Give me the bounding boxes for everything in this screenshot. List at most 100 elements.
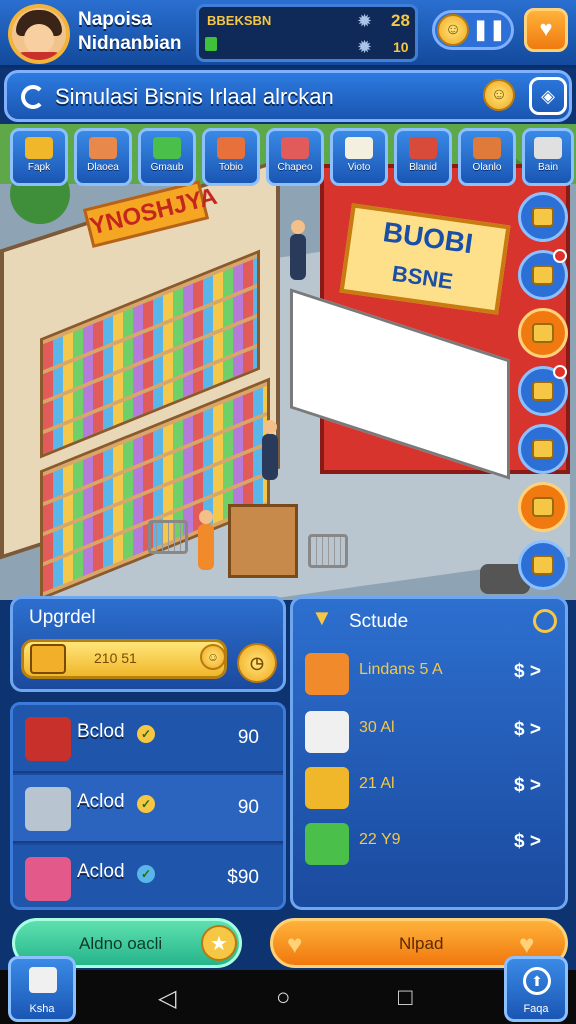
schedule-row-action[interactable]: $ > [514, 775, 541, 797]
supply-box-icon [409, 137, 437, 159]
compass-icon: ⬆ [523, 967, 551, 995]
side-button-gift[interactable] [518, 540, 568, 590]
side-button-cash[interactable] [518, 192, 568, 242]
item-name: Bclod [77, 721, 125, 742]
heart-icon: ♥ [287, 929, 303, 959]
customer-figure[interactable] [262, 420, 278, 480]
schedule-panel: ▼ Sctude Lindans 5 A $ > 30 Al $ > 21 Al… [290, 596, 568, 910]
item-price: 90 [237, 797, 259, 818]
category-item[interactable]: Olanlo [458, 128, 516, 186]
home-icon[interactable]: ○ [276, 984, 291, 1012]
category-item[interactable]: Dlaoea [74, 128, 132, 186]
shop-icon [532, 323, 554, 343]
upgrade-progress-text: 210 51 [94, 650, 137, 666]
cart-icon [25, 717, 71, 761]
upgrade-panel: Upgrdel 210 51 ☺ ◷ [10, 596, 286, 692]
player-name: Napoisa Nidnanbian [78, 8, 181, 56]
category-item[interactable]: Gmaub [138, 128, 196, 186]
coin-icon: ☺ [200, 644, 226, 670]
check-icon: ✓ [137, 865, 155, 883]
corner-left-label: Ksha [29, 1003, 55, 1015]
star-icon: ★ [201, 925, 237, 961]
heart-menu-button[interactable]: ♥ [524, 8, 568, 52]
schedule-row[interactable]: 22 Y9 $ > [299, 817, 561, 871]
resource-value-1: 28 [391, 11, 410, 30]
upgrade-coin-button[interactable]: ◷ [237, 643, 277, 683]
side-button-shop[interactable] [518, 308, 568, 358]
top-bar: Napoisa Nidnanbian BBEKSBN ✹ ✹ 28 10 ☺ ❚… [0, 0, 576, 68]
category-item[interactable]: Tobio [202, 128, 260, 186]
category-item[interactable]: Fapk [10, 128, 68, 186]
category-item[interactable]: Chapeo [266, 128, 324, 186]
notification-badge [553, 249, 567, 263]
category-label: Dlaoea [87, 162, 119, 173]
item-list: Bclod ✓ 90 Aclod ✓ 90 Aclod ✓ $90 [10, 702, 286, 910]
side-button-inventory[interactable] [518, 365, 568, 416]
category-label: Fapk [27, 162, 51, 173]
category-item[interactable]: Bain [522, 128, 574, 186]
list-item[interactable]: Aclod ✓ $90 [13, 845, 283, 907]
gift-box-icon [25, 857, 71, 901]
pause-icon[interactable]: ❚❚ [471, 15, 507, 45]
category-label: Gmaub [150, 162, 184, 173]
category-item[interactable]: Vioto [330, 128, 388, 186]
recents-icon[interactable]: □ [398, 984, 413, 1012]
item-price: $90 [227, 867, 259, 888]
carton-icon [473, 137, 501, 159]
mail-icon [29, 967, 57, 993]
check-icon: ✓ [137, 795, 155, 813]
schedule-title: Sctude [349, 611, 409, 632]
package-icon [281, 137, 309, 159]
resource-value-2: 10 [393, 39, 409, 55]
category-label: Chapeo [277, 162, 313, 173]
page-title: Simulasi Bisnis Irlaal alrckan [55, 84, 334, 109]
coin-icon[interactable]: ☺ [483, 79, 515, 111]
customer-figure[interactable] [290, 220, 306, 280]
clock-icon[interactable] [533, 609, 557, 633]
paper-icon [305, 711, 349, 753]
schedule-row-action[interactable]: $ > [514, 719, 541, 741]
upgrade-progress-bar[interactable]: 210 51 ☺ [21, 639, 227, 679]
inventory-icon [532, 381, 554, 401]
cart-icon [30, 644, 66, 674]
item-name: Aclod [77, 861, 125, 882]
schedule-row-text: 22 Y9 [359, 831, 401, 848]
side-button-timer[interactable] [518, 482, 568, 532]
product-stand[interactable] [228, 504, 298, 578]
corner-button-left[interactable]: Ksha [8, 956, 76, 1022]
register-icon [25, 787, 71, 831]
system-nav-bar: ◁ ○ □ [0, 970, 576, 1024]
cash-icon [532, 207, 554, 227]
refresh-icon[interactable] [21, 85, 45, 109]
resource-bar-icon [205, 37, 217, 51]
list-item[interactable]: Aclod ✓ 90 [13, 775, 283, 843]
crate-icon [217, 137, 245, 159]
back-icon[interactable]: ◁ [158, 984, 176, 1013]
storage-box-icon [534, 137, 562, 159]
store-scene[interactable]: YNOSHJYA BUOBI BSNE [0, 124, 576, 600]
schedule-row-action[interactable]: $ > [514, 831, 541, 853]
category-item[interactable]: Blanid [394, 128, 452, 186]
schedule-row[interactable]: Lindans 5 A $ > [299, 647, 561, 701]
category-label: Blanid [409, 162, 437, 173]
item-name: Aclod [77, 791, 125, 812]
customer-figure[interactable] [198, 510, 214, 570]
corner-button-right[interactable]: ⬆ Faqa [504, 956, 568, 1022]
schedule-row[interactable]: 30 Al $ > [299, 705, 561, 759]
gear-icon[interactable]: ✹ [357, 11, 372, 32]
player-avatar[interactable] [8, 4, 70, 64]
settings-gear-icon[interactable]: ✹ [357, 37, 372, 58]
resource-label: BBEKSBN [207, 13, 272, 28]
category-label: Bain [537, 162, 558, 173]
coin-chest-icon [305, 767, 349, 809]
smiley-coin-icon: ☺ [437, 14, 469, 46]
side-button-quest[interactable] [518, 249, 568, 300]
side-button-map[interactable] [518, 424, 568, 474]
schedule-row-action[interactable]: $ > [514, 661, 541, 683]
tag-icon[interactable]: ◈ [529, 77, 567, 115]
schedule-row[interactable]: 21 Al $ > [299, 761, 561, 815]
list-item[interactable]: Bclod ✓ 90 [13, 705, 283, 773]
resource-panel: BBEKSBN ✹ ✹ 28 10 [196, 4, 418, 62]
coin-pause-button[interactable]: ☺ ❚❚ [432, 10, 514, 50]
schedule-row-text: 30 Al [359, 719, 395, 736]
